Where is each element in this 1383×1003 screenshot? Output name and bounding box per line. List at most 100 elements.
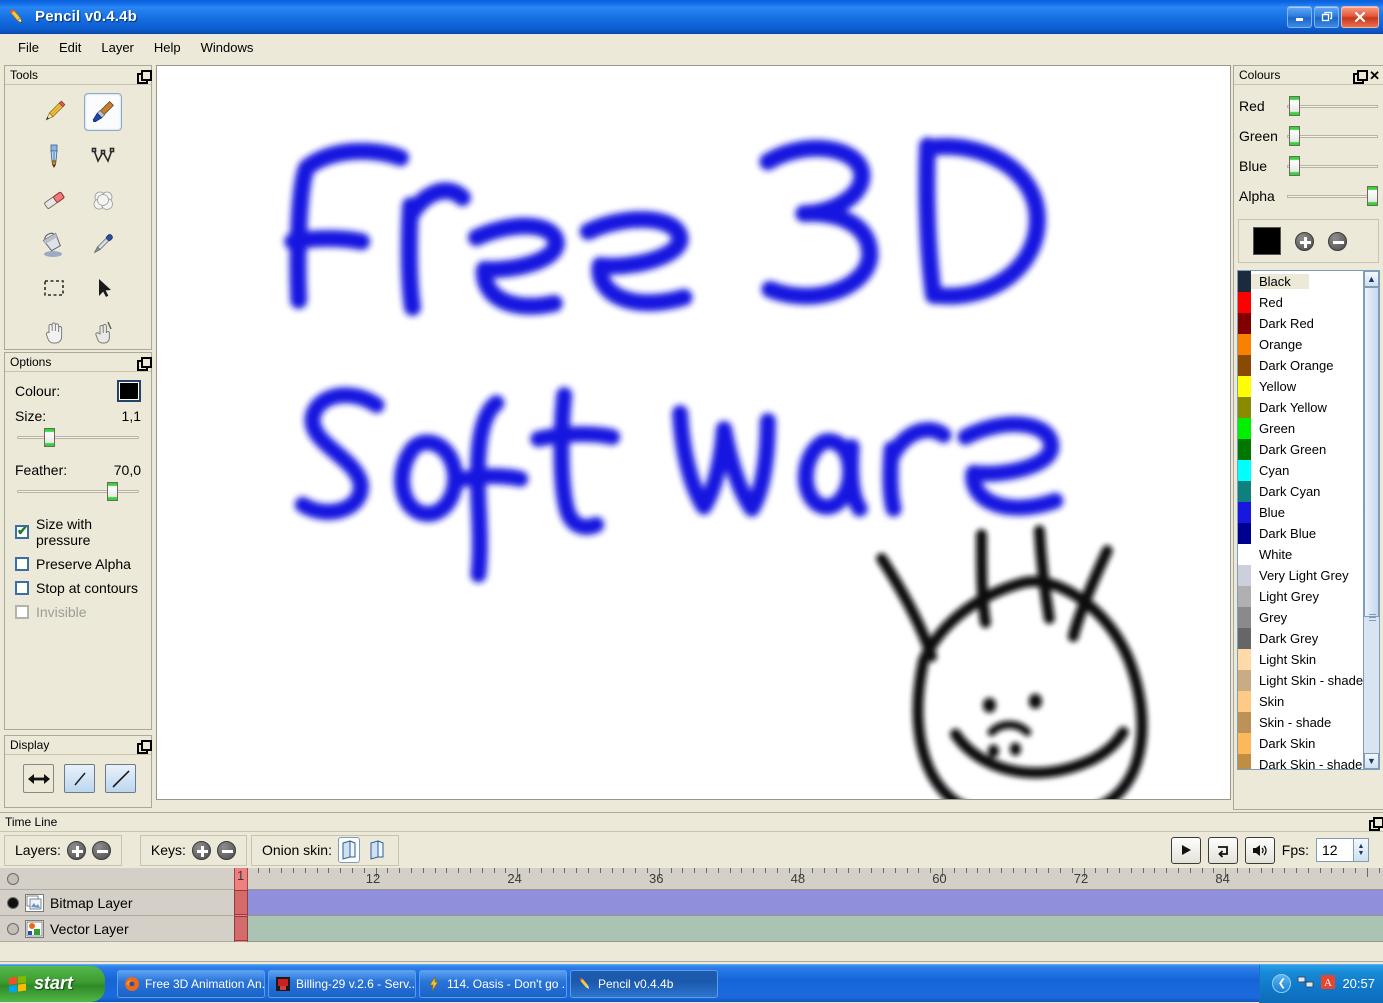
app-icon[interactable]: A	[1320, 974, 1336, 993]
track-vector-layer[interactable]	[234, 916, 1383, 942]
colour-list-item[interactable]: Dark Red	[1238, 313, 1363, 334]
colour-list-item[interactable]: Blue	[1238, 502, 1363, 523]
size-slider-knob[interactable]	[43, 428, 55, 447]
checkbox-icon[interactable]	[15, 581, 29, 595]
float-icon[interactable]	[137, 69, 152, 84]
feather-slider-knob[interactable]	[107, 482, 118, 501]
remove-key-button[interactable]	[216, 840, 236, 860]
float-icon[interactable]	[137, 739, 152, 754]
colour-list-item[interactable]: Red	[1238, 292, 1363, 313]
onion-skin-prev-button[interactable]	[337, 837, 360, 863]
menu-layer[interactable]: Layer	[91, 38, 144, 57]
colour-list-item[interactable]: Black	[1238, 271, 1363, 292]
fps-spinner[interactable]: 12 ▲ ▼	[1316, 838, 1369, 862]
taskbar-task[interactable]: Billing-29 v.2.6 - Serv...	[268, 969, 416, 998]
add-key-button[interactable]	[191, 840, 211, 860]
taskbar-task[interactable]: 114. Oasis - Don't go ...	[419, 969, 567, 998]
layer-row[interactable]: Bitmap Layer	[0, 890, 234, 916]
smudge-tool-button[interactable]	[84, 181, 122, 219]
layer-visibility-toggle[interactable]	[7, 922, 19, 935]
tray-expand-icon[interactable]: ❮	[1272, 974, 1292, 993]
sound-button[interactable]	[1244, 836, 1275, 864]
remove-layer-button[interactable]	[91, 840, 111, 860]
green-slider-knob[interactable]	[1288, 126, 1300, 146]
float-icon[interactable]	[137, 356, 152, 371]
colour-list-item[interactable]: Dark Yellow	[1238, 397, 1363, 418]
eraser-tool-button[interactable]	[35, 181, 73, 219]
colour-list-item[interactable]: Light Grey	[1238, 586, 1363, 607]
checkbox-row-invisible[interactable]: Invisible	[15, 604, 141, 620]
scroll-thumb[interactable]	[1364, 287, 1379, 621]
size-slider[interactable]	[15, 426, 141, 448]
colour-list-item[interactable]: Dark Skin	[1238, 733, 1363, 754]
close-icon[interactable]: ✕	[1369, 69, 1380, 82]
frame-ruler[interactable]: 12 24 36 48 60 72 84	[234, 868, 1383, 890]
colour-list-item[interactable]: Grey	[1238, 607, 1363, 628]
polyline-tool-button[interactable]	[84, 137, 122, 175]
fps-value[interactable]: 12	[1316, 838, 1354, 862]
colour-swatch-button[interactable]	[117, 380, 141, 402]
add-colour-button[interactable]	[1295, 231, 1314, 251]
layer-visibility-toggle[interactable]	[7, 896, 19, 909]
checkbox-row-preserve-alpha[interactable]: Preserve Alpha	[15, 556, 141, 572]
spinner-up-icon[interactable]: ▲	[1358, 843, 1365, 850]
brush-tool-button[interactable]	[83, 93, 122, 131]
red-slider-knob[interactable]	[1288, 96, 1300, 116]
track-column[interactable]: 12 24 36 48 60 72 84 1	[234, 868, 1383, 942]
remove-colour-button[interactable]	[1328, 231, 1347, 251]
spinner-down-icon[interactable]: ▼	[1358, 850, 1365, 857]
taskbar-task[interactable]: Pencil v0.4.4b	[570, 969, 718, 998]
taskbar-task[interactable]: Free 3D Animation An...	[117, 969, 265, 998]
angle-button[interactable]	[105, 764, 136, 793]
alpha-slider[interactable]	[1287, 185, 1378, 207]
colour-list-item[interactable]: Dark Cyan	[1238, 481, 1363, 502]
checkbox-row-stop-at-contours[interactable]: Stop at contours	[15, 580, 141, 596]
keyframe-cell[interactable]	[234, 916, 248, 941]
colour-list-item[interactable]: Light Skin	[1238, 649, 1363, 670]
alpha-slider-knob[interactable]	[1367, 186, 1378, 206]
colour-list-item[interactable]: Dark Blue	[1238, 523, 1363, 544]
vertical-flip-button[interactable]	[64, 764, 95, 793]
horizontal-flip-button[interactable]	[23, 764, 54, 793]
colour-list-item[interactable]: Green	[1238, 418, 1363, 439]
move-tool-button[interactable]	[84, 269, 122, 307]
colour-list-item[interactable]: Very Light Grey	[1238, 565, 1363, 586]
colour-list-item[interactable]: Orange	[1238, 334, 1363, 355]
red-slider[interactable]	[1287, 95, 1378, 117]
colour-list-item[interactable]: Light Skin - shade	[1238, 670, 1363, 691]
menu-file[interactable]: File	[8, 38, 49, 57]
checkbox-icon[interactable]	[15, 523, 29, 539]
eyedropper-tool-button[interactable]	[84, 225, 122, 263]
colour-list-item[interactable]: Dark Grey	[1238, 628, 1363, 649]
menu-edit[interactable]: Edit	[49, 38, 91, 57]
colour-list-item[interactable]: Dark Orange	[1238, 355, 1363, 376]
checkbox-icon[interactable]	[15, 557, 29, 571]
colour-list-item[interactable]: Cyan	[1238, 460, 1363, 481]
colour-list-scrollbar[interactable]: ▲ ▼	[1363, 271, 1379, 769]
keyframe-cell[interactable]	[234, 890, 248, 915]
float-icon[interactable]	[1353, 69, 1369, 84]
restore-button[interactable]	[1314, 5, 1339, 28]
loop-button[interactable]	[1207, 836, 1238, 864]
colour-list-item[interactable]: Dark Skin - shade	[1238, 754, 1363, 769]
scroll-down-icon[interactable]: ▼	[1364, 753, 1379, 769]
blue-slider-knob[interactable]	[1288, 156, 1300, 176]
clip-tool-button[interactable]	[84, 313, 122, 351]
colour-list-item[interactable]: Skin - shade	[1238, 712, 1363, 733]
select-tool-button[interactable]	[35, 269, 73, 307]
close-button[interactable]	[1341, 5, 1379, 28]
pen-tool-button[interactable]	[35, 137, 73, 175]
add-layer-button[interactable]	[66, 840, 86, 860]
colour-list-items[interactable]: Black Red Dark Red Orange Dark Orange Yellow D…	[1238, 271, 1363, 769]
green-slider[interactable]	[1287, 125, 1378, 147]
colour-palette-list[interactable]: Black Red Dark Red Orange Dark Orange Yellow D…	[1237, 270, 1380, 770]
colour-list-item[interactable]: Yellow	[1238, 376, 1363, 397]
current-colour-swatch[interactable]	[1253, 227, 1281, 255]
pencil-tool-button[interactable]	[35, 93, 73, 131]
track-bitmap-layer[interactable]	[234, 890, 1383, 916]
float-icon[interactable]	[1369, 816, 1383, 831]
all-visibility-toggle[interactable]	[7, 872, 19, 885]
fps-spinner-buttons[interactable]: ▲ ▼	[1354, 838, 1369, 862]
minimize-button[interactable]	[1287, 5, 1312, 28]
drawing-canvas[interactable]	[156, 65, 1231, 800]
